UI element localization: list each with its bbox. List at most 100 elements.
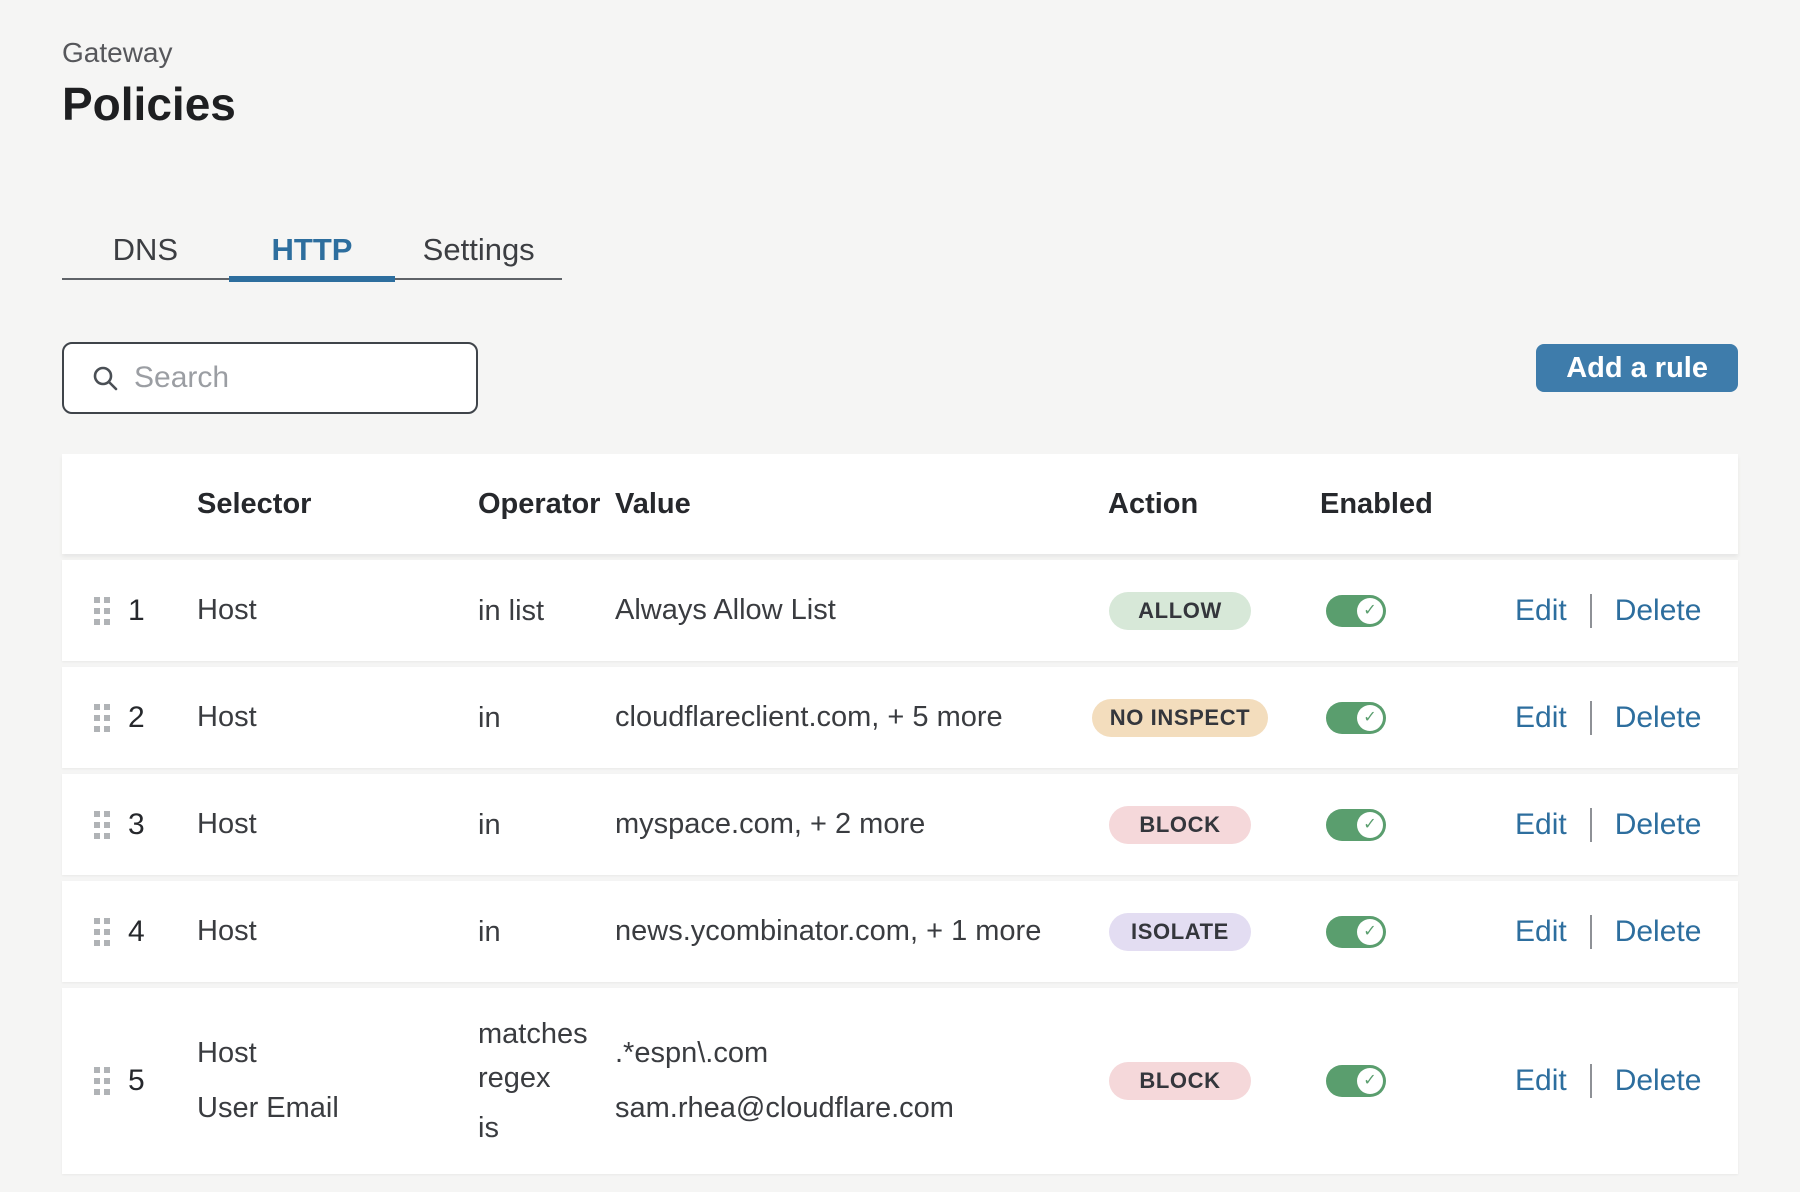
cell-enabled: ✓ <box>1275 595 1515 627</box>
cell-action: BLOCK <box>1085 1062 1275 1100</box>
cell-action: BLOCK <box>1085 806 1275 844</box>
selector-value: Host <box>197 690 478 745</box>
breadcrumb: Gateway <box>62 36 1738 70</box>
value-text: sam.rhea@cloudflare.com <box>615 1081 1085 1136</box>
enabled-toggle[interactable]: ✓ <box>1326 1065 1386 1097</box>
actions-divider <box>1590 701 1592 735</box>
toggle-check-icon: ✓ <box>1357 705 1383 731</box>
cell-action: ALLOW <box>1085 592 1275 630</box>
add-rule-button[interactable]: Add a rule <box>1536 344 1738 392</box>
row-number: 1 <box>128 594 197 628</box>
drag-handle-icon[interactable] <box>94 918 110 946</box>
cell-operator: matches regexis <box>478 1012 615 1150</box>
row-number: 5 <box>128 1064 197 1098</box>
value-text: news.ycombinator.com, + 1 more <box>615 904 1085 959</box>
cell-selector: HostUser Email <box>197 1026 478 1136</box>
cell-operator: in list <box>478 589 615 633</box>
cell-selector: Host <box>197 690 478 745</box>
selector-value: Host <box>197 1026 478 1081</box>
actions-divider <box>1590 1064 1592 1098</box>
delete-link[interactable]: Delete <box>1615 594 1702 628</box>
cell-value: cloudflareclient.com, + 5 more <box>615 690 1085 745</box>
operator-value: in <box>478 803 615 847</box>
action-badge: BLOCK <box>1109 1062 1251 1100</box>
delete-link[interactable]: Delete <box>1615 1064 1702 1098</box>
cell-value: news.ycombinator.com, + 1 more <box>615 904 1085 959</box>
table-row: 1 Host in list Always Allow List ALLOW ✓… <box>62 560 1738 661</box>
operator-value: in <box>478 910 615 954</box>
column-header-action: Action <box>1085 488 1275 521</box>
operator-value: in <box>478 696 615 740</box>
edit-link[interactable]: Edit <box>1515 701 1567 735</box>
drag-handle-icon[interactable] <box>94 597 110 625</box>
cell-row-actions: Edit Delete <box>1515 1064 1738 1098</box>
drag-handle-icon[interactable] <box>94 811 110 839</box>
edit-link[interactable]: Edit <box>1515 915 1567 949</box>
selector-value: Host <box>197 583 478 638</box>
cell-action: NO INSPECT <box>1085 699 1275 737</box>
cell-row-actions: Edit Delete <box>1515 701 1738 735</box>
cell-value: myspace.com, + 2 more <box>615 797 1085 852</box>
row-number: 3 <box>128 808 197 842</box>
enabled-toggle[interactable]: ✓ <box>1326 809 1386 841</box>
row-number: 4 <box>128 915 197 949</box>
table-row: 5 HostUser Email matches regexis .*espn\… <box>62 988 1738 1174</box>
toggle-check-icon: ✓ <box>1357 598 1383 624</box>
cell-action: ISOLATE <box>1085 913 1275 951</box>
enabled-toggle[interactable]: ✓ <box>1326 702 1386 734</box>
action-badge: NO INSPECT <box>1092 699 1268 737</box>
cell-row-actions: Edit Delete <box>1515 915 1738 949</box>
operator-value: matches regex <box>478 1012 615 1100</box>
value-text: .*espn\.com <box>615 1026 1085 1081</box>
enabled-toggle[interactable]: ✓ <box>1326 595 1386 627</box>
search-input[interactable] <box>134 361 460 395</box>
cell-operator: in <box>478 803 615 847</box>
value-text: Always Allow List <box>615 583 1085 638</box>
cell-value: .*espn\.comsam.rhea@cloudflare.com <box>615 1026 1085 1136</box>
cell-value: Always Allow List <box>615 583 1085 638</box>
delete-link[interactable]: Delete <box>1615 915 1702 949</box>
cell-selector: Host <box>197 904 478 959</box>
cell-enabled: ✓ <box>1275 916 1515 948</box>
search-icon <box>90 363 120 393</box>
edit-link[interactable]: Edit <box>1515 594 1567 628</box>
column-header-selector: Selector <box>197 488 478 521</box>
column-header-enabled: Enabled <box>1275 488 1515 521</box>
selector-value: User Email <box>197 1081 478 1136</box>
delete-link[interactable]: Delete <box>1615 701 1702 735</box>
actions-divider <box>1590 808 1592 842</box>
edit-link[interactable]: Edit <box>1515 1064 1567 1098</box>
actions-divider <box>1590 915 1592 949</box>
edit-link[interactable]: Edit <box>1515 808 1567 842</box>
page-title: Policies <box>62 76 1738 132</box>
search-box[interactable] <box>62 342 478 414</box>
toggle-check-icon: ✓ <box>1357 1068 1383 1094</box>
action-badge: ISOLATE <box>1109 913 1251 951</box>
column-header-operator: Operator <box>478 488 615 521</box>
drag-handle-icon[interactable] <box>94 1067 110 1095</box>
gateway-policies-page: Gateway Policies DNS HTTP Settings Add a… <box>0 0 1800 1174</box>
selector-value: Host <box>197 797 478 852</box>
toggle-check-icon: ✓ <box>1357 919 1383 945</box>
tab-dns[interactable]: DNS <box>62 222 229 278</box>
enabled-toggle[interactable]: ✓ <box>1326 916 1386 948</box>
table-body: 1 Host in list Always Allow List ALLOW ✓… <box>62 560 1738 1174</box>
tab-settings[interactable]: Settings <box>395 222 562 278</box>
cell-row-actions: Edit Delete <box>1515 808 1738 842</box>
table-row: 2 Host in cloudflareclient.com, + 5 more… <box>62 667 1738 768</box>
cell-enabled: ✓ <box>1275 809 1515 841</box>
cell-row-actions: Edit Delete <box>1515 594 1738 628</box>
drag-handle-icon[interactable] <box>94 704 110 732</box>
value-text: myspace.com, + 2 more <box>615 797 1085 852</box>
cell-enabled: ✓ <box>1275 702 1515 734</box>
policies-table: Selector Operator Value Action Enabled 1… <box>62 454 1738 1174</box>
table-row: 4 Host in news.ycombinator.com, + 1 more… <box>62 881 1738 982</box>
tab-http[interactable]: HTTP <box>229 222 396 278</box>
value-text: cloudflareclient.com, + 5 more <box>615 690 1085 745</box>
delete-link[interactable]: Delete <box>1615 808 1702 842</box>
tab-bar: DNS HTTP Settings <box>62 222 562 280</box>
action-badge: ALLOW <box>1109 592 1251 630</box>
cell-operator: in <box>478 696 615 740</box>
cell-selector: Host <box>197 583 478 638</box>
column-header-value: Value <box>615 488 1085 521</box>
